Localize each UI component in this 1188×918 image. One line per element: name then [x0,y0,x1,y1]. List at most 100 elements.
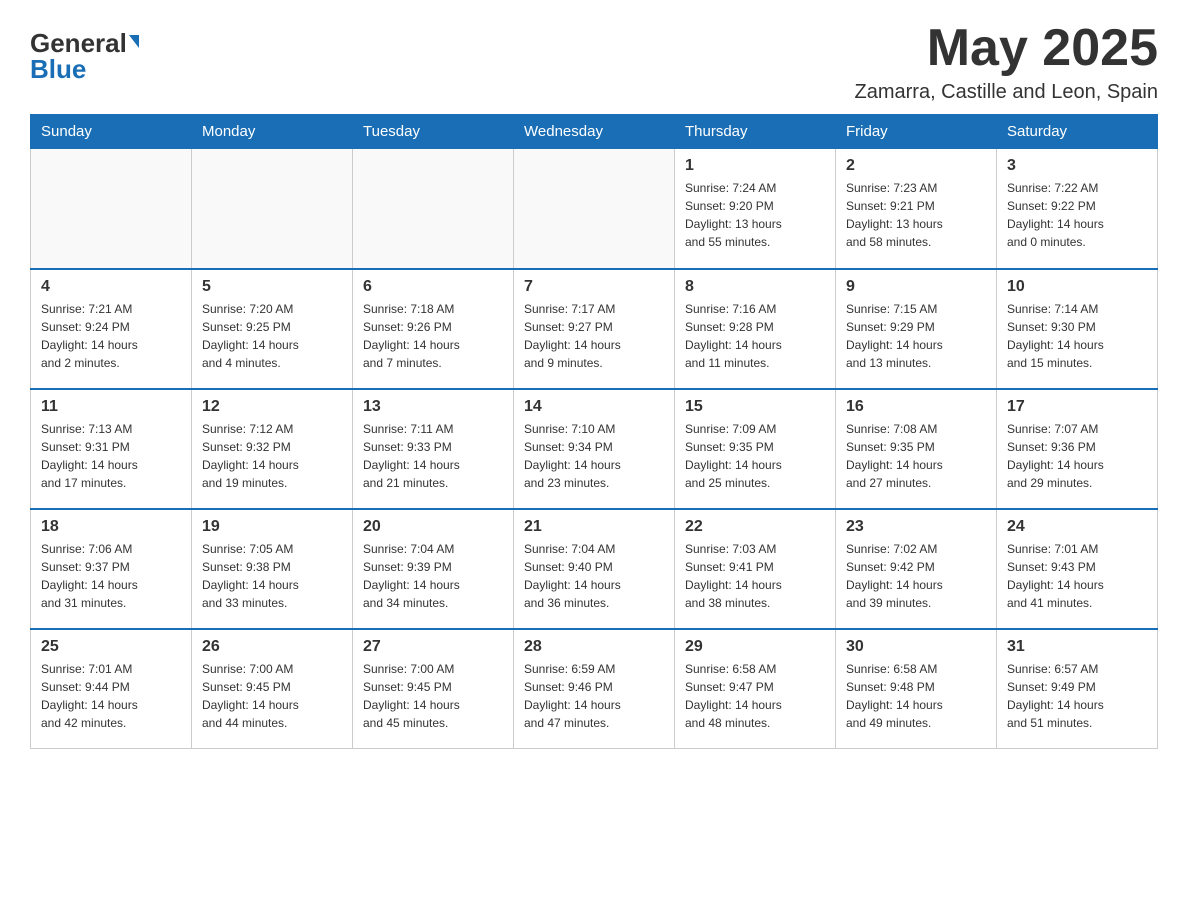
logo: General Blue [30,20,139,82]
calendar-cell: 5 Sunrise: 7:20 AM Sunset: 9:25 PM Daylig… [192,269,353,389]
calendar-cell: 16 Sunrise: 7:08 AM Sunset: 9:35 PM Dayli… [836,389,997,509]
calendar-header-monday: Monday [192,115,353,149]
day-number: 29 [685,638,825,656]
calendar-cell: 19Sunrise: 7:05 AM Sunset: 9:38 PM Dayli… [192,509,353,629]
day-info: Sunrise: 7:04 AM Sunset: 9:40 PM Dayligh… [524,540,664,612]
calendar-cell: 8Sunrise: 7:16 AM Sunset: 9:28 PM Daylig… [675,269,836,389]
logo-general-text: General [30,30,127,56]
calendar-week-row: 11 Sunrise: 7:13 AM Sunset: 9:31 PM Dayli… [31,389,1158,509]
calendar-header-row: SundayMondayTuesdayWednesdayThursdayFrid… [31,115,1158,149]
day-info: Sunrise: 6:58 AM Sunset: 9:47 PM Dayligh… [685,660,825,732]
calendar-cell: 30 Sunrise: 6:58 AM Sunset: 9:48 PM Dayli… [836,629,997,749]
day-info: Sunrise: 7:00 AM Sunset: 9:45 PM Dayligh… [202,660,342,732]
calendar-header-sunday: Sunday [31,115,192,149]
page-header: General Blue May 2025 Zamarra, Castille … [30,20,1158,104]
calendar-cell: 7Sunrise: 7:17 AM Sunset: 9:27 PM Daylig… [514,269,675,389]
calendar-table: SundayMondayTuesdayWednesdayThursdayFrid… [30,114,1158,749]
day-info: Sunrise: 7:14 AM Sunset: 9:30 PM Dayligh… [1007,300,1147,372]
calendar-cell: 2Sunrise: 7:23 AM Sunset: 9:21 PM Daylig… [836,149,997,269]
day-info: Sunrise: 7:22 AM Sunset: 9:22 PM Dayligh… [1007,179,1147,251]
logo-blue-text: Blue [30,56,86,82]
calendar-cell: 15 Sunrise: 7:09 AM Sunset: 9:35 PM Dayli… [675,389,836,509]
day-number: 23 [846,518,986,536]
day-number: 6 [363,278,503,296]
calendar-cell: 22 Sunrise: 7:03 AM Sunset: 9:41 PM Dayli… [675,509,836,629]
day-number: 9 [846,278,986,296]
day-info: Sunrise: 6:59 AM Sunset: 9:46 PM Dayligh… [524,660,664,732]
calendar-cell: 24Sunrise: 7:01 AM Sunset: 9:43 PM Dayli… [997,509,1158,629]
day-number: 14 [524,398,664,416]
day-number: 15 [685,398,825,416]
calendar-cell [31,149,192,269]
day-number: 13 [363,398,503,416]
day-number: 20 [363,518,503,536]
calendar-cell: 21 Sunrise: 7:04 AM Sunset: 9:40 PM Dayli… [514,509,675,629]
calendar-cell: 1 Sunrise: 7:24 AM Sunset: 9:20 PM Daylig… [675,149,836,269]
day-info: Sunrise: 7:06 AM Sunset: 9:37 PM Dayligh… [41,540,181,612]
calendar-cell: 29 Sunrise: 6:58 AM Sunset: 9:47 PM Dayli… [675,629,836,749]
day-info: Sunrise: 7:02 AM Sunset: 9:42 PM Dayligh… [846,540,986,612]
calendar-cell: 9 Sunrise: 7:15 AM Sunset: 9:29 PM Daylig… [836,269,997,389]
calendar-cell: 13Sunrise: 7:11 AM Sunset: 9:33 PM Dayli… [353,389,514,509]
day-info: Sunrise: 7:12 AM Sunset: 9:32 PM Dayligh… [202,420,342,492]
logo-arrow-icon [129,35,139,48]
day-number: 3 [1007,157,1147,175]
title-area: May 2025 Zamarra, Castille and Leon, Spa… [855,20,1159,104]
day-info: Sunrise: 7:13 AM Sunset: 9:31 PM Dayligh… [41,420,181,492]
calendar-cell: 6Sunrise: 7:18 AM Sunset: 9:26 PM Daylig… [353,269,514,389]
day-number: 11 [41,398,181,416]
day-number: 26 [202,638,342,656]
calendar-cell: 23 Sunrise: 7:02 AM Sunset: 9:42 PM Dayli… [836,509,997,629]
calendar-cell: 28Sunrise: 6:59 AM Sunset: 9:46 PM Dayli… [514,629,675,749]
day-number: 27 [363,638,503,656]
calendar-cell: 31 Sunrise: 6:57 AM Sunset: 9:49 PM Dayli… [997,629,1158,749]
calendar-cell: 4Sunrise: 7:21 AM Sunset: 9:24 PM Daylig… [31,269,192,389]
day-info: Sunrise: 7:08 AM Sunset: 9:35 PM Dayligh… [846,420,986,492]
calendar-cell: 26 Sunrise: 7:00 AM Sunset: 9:45 PM Dayli… [192,629,353,749]
calendar-cell: 20 Sunrise: 7:04 AM Sunset: 9:39 PM Dayli… [353,509,514,629]
calendar-week-row: 4Sunrise: 7:21 AM Sunset: 9:24 PM Daylig… [31,269,1158,389]
day-info: Sunrise: 6:57 AM Sunset: 9:49 PM Dayligh… [1007,660,1147,732]
day-info: Sunrise: 7:24 AM Sunset: 9:20 PM Dayligh… [685,179,825,251]
day-info: Sunrise: 7:01 AM Sunset: 9:44 PM Dayligh… [41,660,181,732]
calendar-header-wednesday: Wednesday [514,115,675,149]
calendar-cell: 10 Sunrise: 7:14 AM Sunset: 9:30 PM Dayli… [997,269,1158,389]
day-number: 25 [41,638,181,656]
day-info: Sunrise: 7:03 AM Sunset: 9:41 PM Dayligh… [685,540,825,612]
calendar-cell: 3 Sunrise: 7:22 AM Sunset: 9:22 PM Daylig… [997,149,1158,269]
calendar-cell: 17 Sunrise: 7:07 AM Sunset: 9:36 PM Dayli… [997,389,1158,509]
day-info: Sunrise: 6:58 AM Sunset: 9:48 PM Dayligh… [846,660,986,732]
day-number: 10 [1007,278,1147,296]
day-number: 31 [1007,638,1147,656]
day-info: Sunrise: 7:16 AM Sunset: 9:28 PM Dayligh… [685,300,825,372]
day-number: 1 [685,157,825,175]
calendar-header-tuesday: Tuesday [353,115,514,149]
day-number: 5 [202,278,342,296]
calendar-week-row: 1 Sunrise: 7:24 AM Sunset: 9:20 PM Daylig… [31,149,1158,269]
calendar-cell [192,149,353,269]
calendar-week-row: 18Sunrise: 7:06 AM Sunset: 9:37 PM Dayli… [31,509,1158,629]
day-number: 30 [846,638,986,656]
day-number: 12 [202,398,342,416]
day-info: Sunrise: 7:15 AM Sunset: 9:29 PM Dayligh… [846,300,986,372]
calendar-header-thursday: Thursday [675,115,836,149]
day-number: 17 [1007,398,1147,416]
day-info: Sunrise: 7:09 AM Sunset: 9:35 PM Dayligh… [685,420,825,492]
calendar-cell: 27 Sunrise: 7:00 AM Sunset: 9:45 PM Dayli… [353,629,514,749]
day-number: 16 [846,398,986,416]
day-number: 21 [524,518,664,536]
month-title: May 2025 [855,20,1159,77]
day-info: Sunrise: 7:07 AM Sunset: 9:36 PM Dayligh… [1007,420,1147,492]
day-number: 22 [685,518,825,536]
day-info: Sunrise: 7:20 AM Sunset: 9:25 PM Dayligh… [202,300,342,372]
calendar-header-friday: Friday [836,115,997,149]
day-info: Sunrise: 7:00 AM Sunset: 9:45 PM Dayligh… [363,660,503,732]
day-info: Sunrise: 7:01 AM Sunset: 9:43 PM Dayligh… [1007,540,1147,612]
day-info: Sunrise: 7:10 AM Sunset: 9:34 PM Dayligh… [524,420,664,492]
day-info: Sunrise: 7:04 AM Sunset: 9:39 PM Dayligh… [363,540,503,612]
calendar-week-row: 25 Sunrise: 7:01 AM Sunset: 9:44 PM Dayli… [31,629,1158,749]
calendar-cell: 12 Sunrise: 7:12 AM Sunset: 9:32 PM Dayli… [192,389,353,509]
calendar-cell: 14 Sunrise: 7:10 AM Sunset: 9:34 PM Dayli… [514,389,675,509]
day-number: 2 [846,157,986,175]
calendar-header-saturday: Saturday [997,115,1158,149]
